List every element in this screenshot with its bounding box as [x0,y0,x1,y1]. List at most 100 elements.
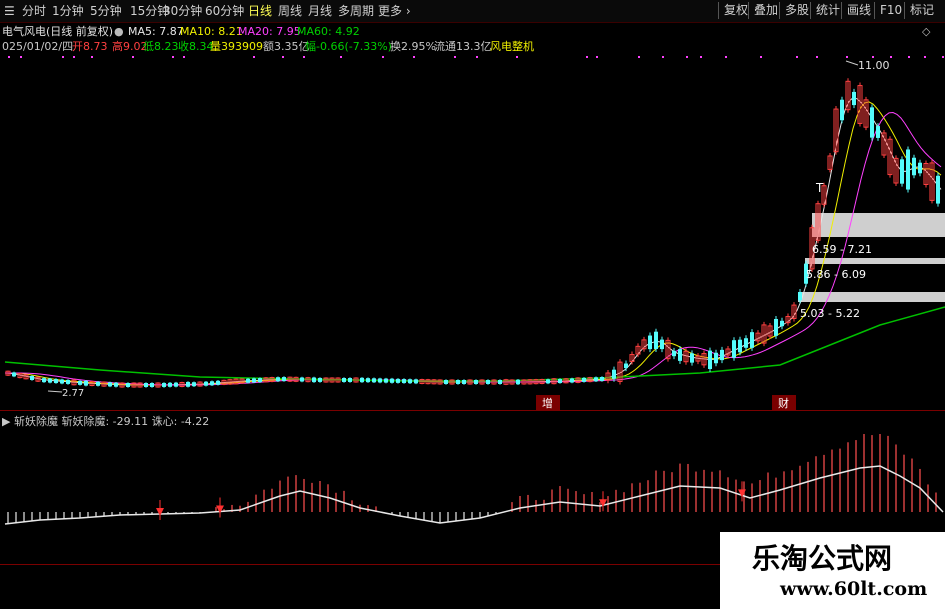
candle-body [720,349,724,361]
candle-body [738,339,742,353]
play-icon[interactable]: ▶ [2,415,10,428]
candle-body [714,352,718,364]
candle-body [300,377,304,382]
signal-dot [183,56,185,58]
signal-dot [796,56,798,58]
candles [5,78,940,388]
candle-body [54,379,58,384]
signal-dot [132,56,134,58]
candle-body [108,382,112,387]
candle-body [708,350,712,370]
signal-dot [303,56,305,58]
ma10-label: MA10: 8.21 [180,25,243,38]
candle-body [342,378,346,382]
period-tab-60min[interactable]: 60分钟 [205,3,244,19]
candle-body [456,380,460,384]
panel-divider [0,410,945,411]
menu-icon[interactable]: ☰ [4,3,15,19]
signal-dot [62,56,64,58]
candle-body [48,378,52,383]
candle-body [66,379,70,384]
settings-circle-icon[interactable]: ● [114,25,124,39]
signal-dot [908,56,910,58]
candle-body [186,381,190,387]
period-tab-more[interactable]: 更多 › [378,3,411,19]
candle-body [60,379,64,384]
diamond-icon[interactable]: ◇ [922,25,930,39]
candle-body [258,378,262,383]
candle-body [168,382,172,387]
candle-body [840,99,844,121]
candle-body [366,378,370,383]
close-label: 收8.34 [178,40,214,53]
candle-body [558,379,562,384]
candle-body [276,377,280,382]
candle-body [216,380,220,385]
tool-draw-button[interactable]: 画线 [841,2,876,19]
candle-body [96,381,100,386]
period-tab-monthly[interactable]: 月线 [308,3,332,19]
indicator-header: ▶ 斩妖除魔 斩妖除魔: -29.11 诛心: -4.22 [2,413,209,429]
candle-body [474,380,478,384]
indicator-arrows [156,481,746,520]
candle-body [918,162,922,174]
period-tab-30min[interactable]: 30分钟 [163,3,202,19]
candle-body [690,353,694,363]
candle-body [648,335,652,350]
stock-title: 电气风电(日线 前复权) [2,25,114,38]
indicator-chart[interactable] [0,428,945,540]
candle-body [114,382,118,387]
tool-multi-stock-button[interactable]: 多股 [779,2,814,19]
signal-dot [725,56,727,58]
ma60-label: MA60: 4.92 [297,25,360,38]
indicator-name[interactable]: 斩妖除魔 [14,415,58,428]
signal-dot [73,56,75,58]
period-tab-5min[interactable]: 5分钟 [90,3,122,19]
period-tab-daily[interactable]: 日线 [248,3,272,19]
candle-body [204,381,208,386]
candle-body [396,378,400,383]
period-tab-1min[interactable]: 1分钟 [52,3,84,19]
signal-dot [340,56,342,58]
ma10-line [5,101,942,386]
watermark-url: www.60lt.com [780,578,928,600]
candle-body [654,331,658,349]
date-label: 025/01/02/四 [2,40,74,53]
tool-stats-button[interactable]: 统计 [810,2,845,19]
signal-dots [8,56,944,58]
signal-dot [942,56,944,58]
period-tab-multi[interactable]: 多周期 [338,3,374,19]
candle-body [612,369,616,379]
signal-dot [91,56,93,58]
period-tab-minute[interactable]: 分时 [22,3,46,19]
candle-body [462,380,466,384]
candle-body [84,380,88,386]
tool-mark-button[interactable]: 标记 [904,2,939,19]
candle-body [282,377,286,382]
tool-overlay-button[interactable]: 叠加 [748,2,783,19]
peak-price-label: 11.00 [858,59,890,72]
signal-dot [872,56,874,58]
signal-dot [586,56,588,58]
marker-zeng: 增 [542,396,553,410]
candle-body [348,378,352,382]
change-label: 幅-0.66(-7.33%) [305,40,392,53]
low-price-label: 2.77 [62,388,84,399]
tool-f10-button[interactable]: F10 [874,2,907,19]
marker-t: T [815,181,824,195]
candle-body [318,377,322,382]
period-tab-weekly[interactable]: 周线 [278,3,302,19]
signal-dot [282,56,284,58]
candle-body [12,372,16,377]
candle-body [246,378,250,383]
candlestick-chart[interactable]: 6.59 - 7.21 5.86 - 6.09 5.03 - 5.22 T 11… [0,55,945,410]
candle-body [774,318,778,336]
candle-body [672,350,676,357]
candle-body [798,291,802,301]
candle-body [126,383,130,387]
signal-dot [638,56,640,58]
candle-body [414,379,418,384]
candle-body [594,377,598,382]
chevron-right-icon: › [402,4,411,18]
candle-body [660,339,664,350]
